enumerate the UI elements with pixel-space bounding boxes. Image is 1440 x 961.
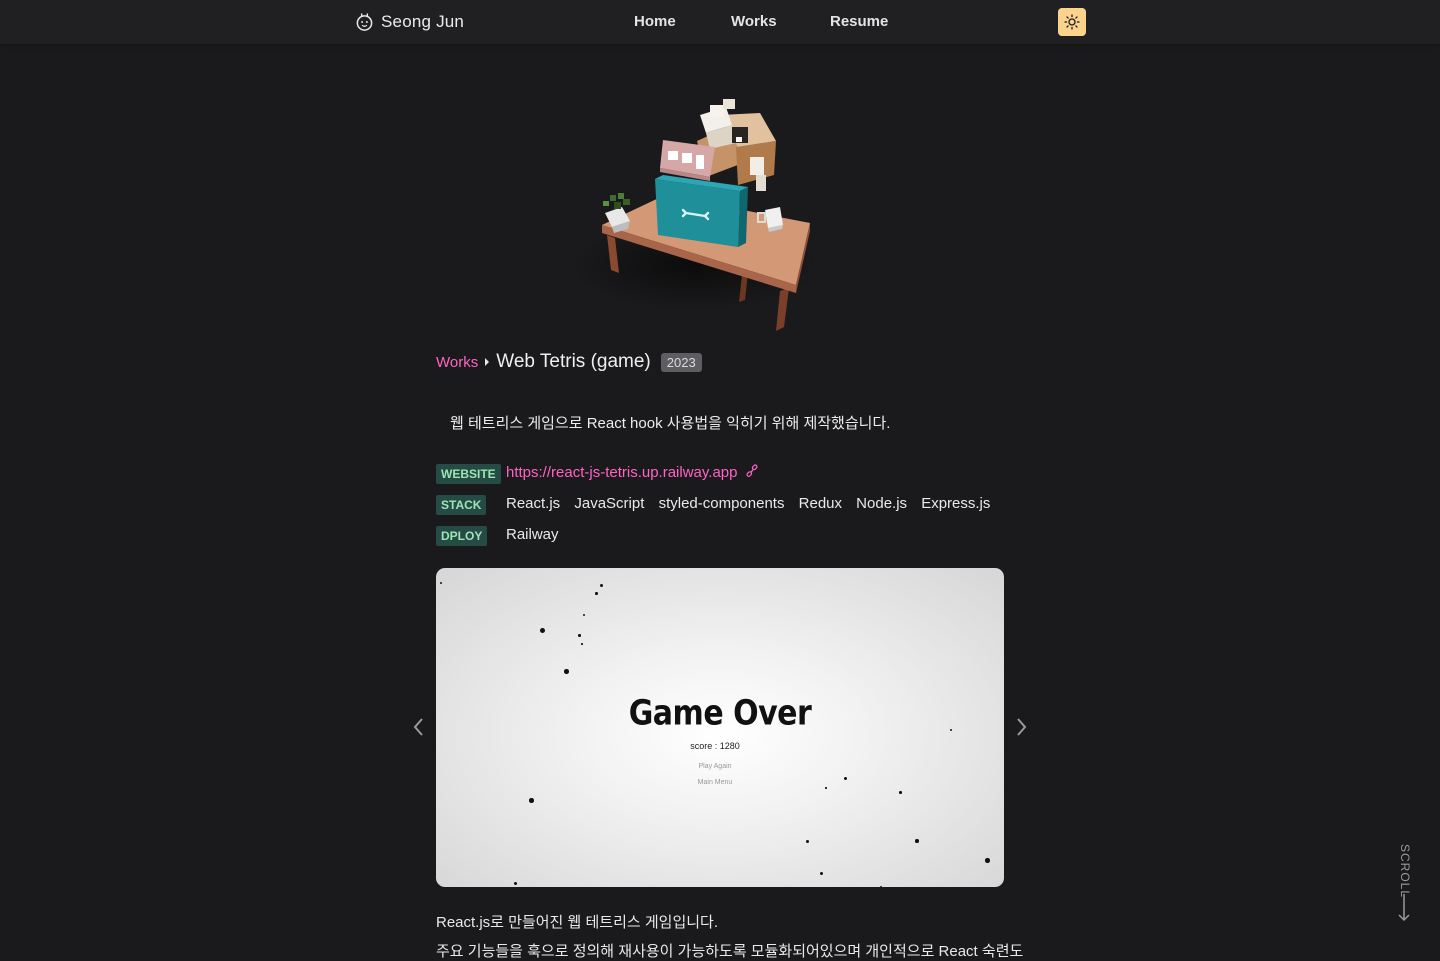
- game-score: score : 1280: [690, 741, 740, 751]
- meta-website-row: WEBSITE https://react-js-tetris.up.railw…: [436, 464, 996, 484]
- brand-link[interactable]: Seong Jun: [355, 10, 464, 34]
- particle-dot: [581, 643, 583, 645]
- nav-link-resume[interactable]: Resume: [830, 13, 888, 30]
- stack-item: Node.js: [856, 495, 908, 512]
- stack-list: React.js JavaScript styled-components Re…: [506, 495, 1000, 512]
- particle-dot: [899, 791, 902, 794]
- particle-dot: [440, 582, 442, 584]
- meta-deploy-row: DPLOY Railway: [436, 526, 996, 546]
- link-icon: [746, 464, 758, 477]
- navbar: Seong Jun Home Works Resume: [0, 0, 1440, 44]
- particle-dot: [915, 839, 919, 843]
- particle-dot: [564, 669, 569, 674]
- particle-dot: [529, 798, 534, 803]
- stack-item: Express.js: [921, 495, 991, 512]
- sun-icon: [1064, 14, 1080, 30]
- particle-dot: [825, 787, 827, 789]
- year-badge: 2023: [660, 352, 702, 372]
- face-icon: [356, 13, 373, 31]
- scroll-label: SCROLL: [1398, 844, 1412, 899]
- particle-dot: [595, 592, 598, 595]
- particle-dot: [514, 882, 517, 885]
- carousel-prev-button[interactable]: [409, 716, 429, 738]
- scroll-indicator[interactable]: SCROLL: [1394, 838, 1414, 922]
- particle-dot: [880, 886, 882, 887]
- particle-dot: [540, 628, 545, 633]
- stack-item: React.js: [506, 495, 561, 512]
- stack-tag: STACK: [436, 495, 487, 515]
- stack-item: styled-components: [658, 495, 785, 512]
- page-title: Web Tetris (game): [496, 351, 651, 372]
- game-over-title: Game Over: [628, 693, 812, 734]
- nav-link-works[interactable]: Works: [731, 13, 777, 30]
- chevron-right-icon: [1017, 718, 1027, 736]
- play-again-option: Play Again: [698, 763, 732, 770]
- intro-text: 웹 테트리스 게임으로 React hook 사용법을 익히기 위해 제작했습니…: [450, 415, 891, 432]
- theme-toggle-button[interactable]: [1058, 8, 1086, 36]
- particle-dot: [578, 634, 581, 637]
- brand-name: Seong Jun: [381, 12, 465, 31]
- breadcrumb-separator-icon: [485, 358, 490, 366]
- particle-dot: [806, 840, 809, 843]
- deploy-tag: DPLOY: [436, 526, 488, 546]
- website-link[interactable]: https://react-js-tetris.up.railway.app: [506, 464, 737, 481]
- main-menu-option: Main Menu: [697, 779, 733, 786]
- stack-item: Redux: [798, 495, 842, 512]
- screenshot-carousel[interactable]: Game Over score : 1280 Play Again Main M…: [436, 568, 1004, 887]
- particle-dot: [985, 858, 990, 863]
- carousel-next-button[interactable]: [1011, 716, 1031, 738]
- description-line: 주요 기능들을 훅으로 정의해 재사용이 가능하도록 모듈화되어있으며 개인적으…: [436, 943, 1024, 960]
- chevron-left-icon: [413, 718, 423, 736]
- nav-link-home[interactable]: Home: [634, 13, 676, 30]
- particle-dot: [600, 584, 603, 587]
- stack-item: JavaScript: [574, 495, 645, 512]
- website-value: https://react-js-tetris.up.railway.app: [506, 464, 759, 481]
- particle-dot: [583, 614, 585, 616]
- breadcrumb: Works Web Tetris (game) 2023: [436, 349, 702, 375]
- description-line: React.js로 만들어진 웹 테트리스 게임입니다.: [436, 914, 719, 931]
- voxel-desk-illustration: [570, 99, 820, 331]
- breadcrumb-works-link[interactable]: Works: [436, 354, 478, 371]
- deploy-value: Railway: [506, 526, 559, 543]
- website-tag: WEBSITE: [436, 464, 501, 484]
- arrow-down-icon: [1398, 894, 1410, 922]
- meta-stack-row: STACK React.js JavaScript styled-compone…: [436, 495, 996, 515]
- particle-dot: [820, 872, 823, 875]
